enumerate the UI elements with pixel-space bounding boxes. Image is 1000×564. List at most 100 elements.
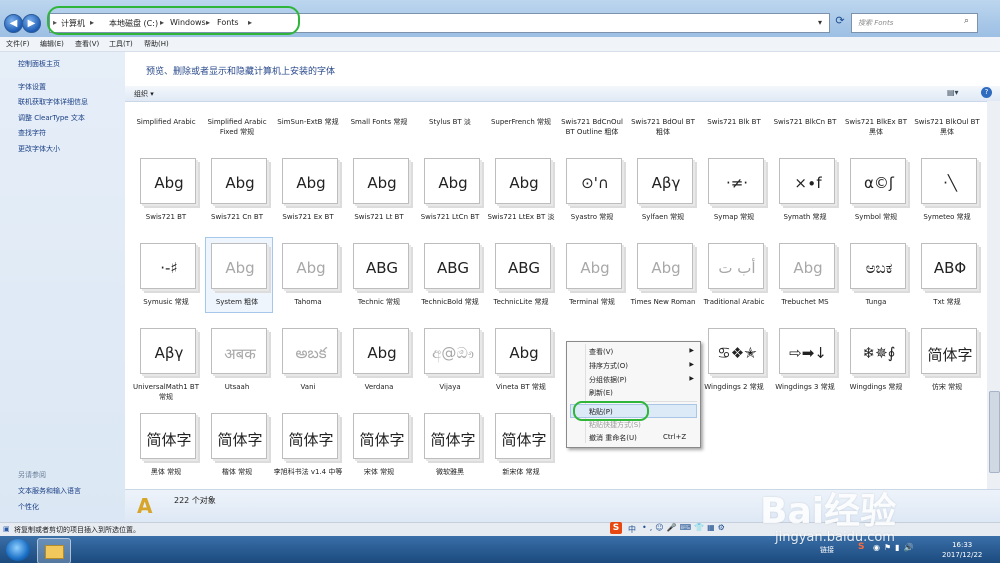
font-item[interactable]: 简体字 [280, 411, 340, 461]
font-item[interactable]: Abg [493, 156, 553, 206]
font-item[interactable]: Abg [209, 241, 269, 291]
font-preview-glyph: Abg [296, 174, 326, 192]
font-item[interactable]: ಅಬಕ [848, 241, 908, 291]
sogou-ime-icon[interactable]: S [610, 522, 622, 534]
font-item-caption: Tahoma [294, 298, 322, 306]
ime-tools-icon[interactable]: •,☺🎤⌨👕▦⚙ [642, 523, 728, 532]
forward-button[interactable]: ▶ [22, 14, 41, 33]
font-item[interactable]: 简体字 [919, 326, 979, 376]
font-item-caption[interactable]: Simplified Arabic [131, 117, 201, 127]
font-file-icon: Αβγ [637, 158, 693, 204]
back-button[interactable]: ◀ [4, 14, 23, 33]
font-item[interactable]: Abg [351, 326, 411, 376]
font-item[interactable]: ♋❖✭ [706, 326, 766, 376]
font-item[interactable]: Abg [564, 241, 624, 291]
font-file-icon: ×∙f [779, 158, 835, 204]
font-file-icon: 简体字 [921, 328, 977, 374]
menu-view[interactable]: 查看(V) [75, 39, 99, 49]
font-item[interactable]: α©ʃ [848, 156, 908, 206]
font-item[interactable]: ❄✵∮ [848, 326, 908, 376]
font-preview-glyph: ಅಬಕ [865, 259, 893, 277]
font-item[interactable]: ΑΒΦ [919, 241, 979, 291]
font-item[interactable]: अबक [209, 326, 269, 376]
font-item[interactable]: ABG [493, 241, 553, 291]
refresh-icon[interactable]: ⟳ [833, 14, 847, 30]
font-file-icon: Abg [282, 158, 338, 204]
font-item[interactable]: అబక [280, 326, 340, 376]
font-item-caption[interactable]: Simplified Arabic Fixed 常规 [202, 117, 272, 137]
font-item[interactable]: ABG [351, 241, 411, 291]
ctx-view[interactable]: 查看(V) [589, 347, 613, 357]
menu-help[interactable]: 帮助(H) [144, 39, 169, 49]
start-button[interactable] [6, 539, 30, 561]
font-item[interactable]: Abg [138, 156, 198, 206]
font-item-caption[interactable]: Small Fonts 常规 [344, 117, 414, 127]
font-item-caption[interactable]: Swis721 BdCnOul BT Outline 粗体 [557, 117, 627, 137]
font-item[interactable]: Abg [280, 241, 340, 291]
ctx-sort[interactable]: 排序方式(O) [589, 361, 628, 371]
link-cleartype[interactable]: 调整 ClearType 文本 [18, 113, 85, 123]
font-item[interactable]: 简体字 [209, 411, 269, 461]
font-item[interactable]: ·╲ [919, 156, 979, 206]
font-item[interactable]: අ@ඖ [422, 326, 482, 376]
search-input[interactable]: 搜索 Fonts ⌕ [851, 13, 978, 33]
font-item[interactable]: Αβγ [635, 156, 695, 206]
ime-language[interactable]: 中 [628, 524, 636, 535]
ctx-group[interactable]: 分组依据(P) [589, 375, 627, 385]
font-item[interactable]: Abg [351, 156, 411, 206]
link-control-panel-home[interactable]: 控制面板主页 [18, 59, 60, 69]
font-item-caption[interactable]: Swis721 BdOul BT 粗体 [628, 117, 698, 137]
font-item[interactable]: Abg [777, 241, 837, 291]
font-item[interactable]: 简体字 [351, 411, 411, 461]
menu-edit[interactable]: 编辑(E) [40, 39, 64, 49]
font-item[interactable]: Abg [422, 156, 482, 206]
font-item[interactable]: ABG [422, 241, 482, 291]
link-text-services[interactable]: 文本服务和输入语言 [18, 486, 81, 496]
font-item-caption: Vani [300, 383, 316, 391]
organize-button[interactable]: 组织 ▾ [134, 89, 154, 99]
font-item-caption[interactable]: SimSun-ExtB 常规 [273, 117, 343, 127]
font-item[interactable]: ·-♯ [138, 241, 198, 291]
font-item[interactable]: Abg [209, 156, 269, 206]
help-icon[interactable]: ? [981, 87, 992, 98]
font-item-caption[interactable]: Swis721 BlkEx BT 黑体 [841, 117, 911, 137]
font-item[interactable]: Abg [635, 241, 695, 291]
link-find-character[interactable]: 查找字符 [18, 128, 46, 138]
font-item[interactable]: 简体字 [138, 411, 198, 461]
view-options-icon[interactable]: ▤▾ [947, 88, 959, 97]
ctx-refresh[interactable]: 刷新(E) [589, 388, 613, 398]
menu-tools[interactable]: 工具(T) [109, 39, 133, 49]
font-item[interactable]: Abg [493, 326, 553, 376]
object-count: 222 个对象 [174, 496, 216, 505]
font-item[interactable]: أب ت [706, 241, 766, 291]
font-item[interactable]: Αβγ [138, 326, 198, 376]
submenu-arrow-icon: ▶ [689, 375, 694, 382]
ctx-undo-rename[interactable]: 撤消 重命名(U) [589, 433, 637, 443]
font-item-caption[interactable]: SuperFrench 常规 [486, 117, 556, 127]
vertical-scrollbar[interactable] [987, 101, 1000, 489]
font-item[interactable]: ⇨➡↓ [777, 326, 837, 376]
link-get-font-info[interactable]: 联机获取字体详细信息 [18, 97, 88, 107]
address-dropdown-icon[interactable]: ▾ [818, 18, 822, 27]
link-personalize[interactable]: 个性化 [18, 502, 39, 512]
font-item-caption[interactable]: Swis721 BlkOul BT 黑体 [912, 117, 982, 137]
font-preview-glyph: ⇨➡↓ [789, 344, 827, 362]
font-item[interactable]: ⊙'∩ [564, 156, 624, 206]
menu-file[interactable]: 文件(F) [6, 39, 30, 49]
font-item-caption[interactable]: Stylus BT 淡 [415, 117, 485, 127]
font-item[interactable]: ·≠· [706, 156, 766, 206]
font-preview-glyph: ⊙'∩ [581, 174, 609, 192]
link-change-font-size[interactable]: 更改字体大小 [18, 144, 60, 154]
explorer-taskbar-button[interactable] [37, 538, 71, 564]
font-item[interactable]: 简体字 [493, 411, 553, 461]
font-item-caption[interactable]: Swis721 BlkCn BT [770, 117, 840, 127]
font-preview-glyph: Abg [296, 259, 326, 277]
font-item[interactable]: Abg [280, 156, 340, 206]
font-item[interactable]: 简体字 [422, 411, 482, 461]
font-item-caption: UniversalMath1 BT 常规 [133, 383, 199, 401]
font-preview-glyph: ·╲ [943, 174, 957, 192]
link-font-settings[interactable]: 字体设置 [18, 82, 46, 92]
baidu-watermark: Bai经验 jingyan.baidu.com [745, 452, 995, 552]
font-item[interactable]: ×∙f [777, 156, 837, 206]
font-item-caption[interactable]: Swis721 Blk BT [699, 117, 769, 127]
